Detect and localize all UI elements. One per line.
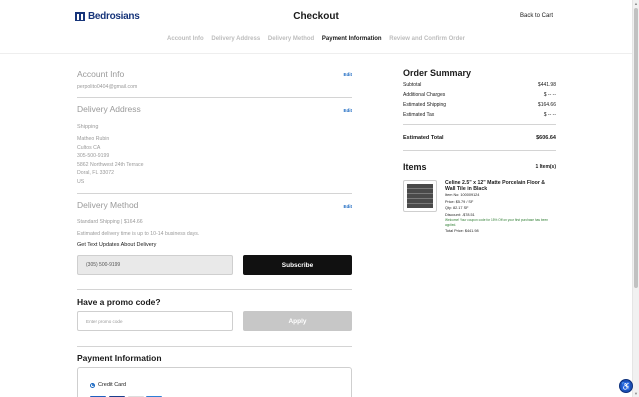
summary-row: Subtotal $441.98 <box>403 82 556 88</box>
subscribe-button[interactable]: Subscribe <box>243 255 352 275</box>
account-edit-link[interactable]: Edit <box>344 72 353 77</box>
product-details: Celine 2.5" x 12" Matte Porcelain Floor … <box>445 180 556 235</box>
address-line: 5862 Northwest 24th Terrace <box>77 161 144 168</box>
payment-title: Payment Information <box>77 353 162 363</box>
address-edit-link[interactable]: Edit <box>344 108 353 113</box>
step-review-confirm: Review and Confirm Order <box>389 36 465 42</box>
product-name[interactable]: Celine 2.5" x 12" Matte Porcelain Floor … <box>445 180 556 192</box>
product-thumbnail[interactable] <box>403 180 437 212</box>
method-title: Delivery Method <box>77 200 139 210</box>
method-edit-link[interactable]: Edit <box>344 204 353 209</box>
address-line: Doral, FL 33072 <box>77 170 115 176</box>
payment-options-box: Credit Card <box>77 367 352 397</box>
summary-divider <box>403 124 556 125</box>
summary-label: Additional Charges <box>403 92 446 98</box>
summary-divider <box>403 150 556 151</box>
tile-image <box>407 184 433 208</box>
summary-row: Estimated Shipping $164.66 <box>403 102 556 108</box>
accessibility-icon[interactable]: ♿ <box>619 379 633 393</box>
credit-card-option[interactable]: Credit Card <box>90 382 126 388</box>
coupon-note: Welcome! Your coupon code for 15% Off on… <box>445 218 549 227</box>
summary-row: Additional Charges $ -- -- <box>403 92 556 98</box>
order-summary-title: Order Summary <box>403 68 472 78</box>
address-line: US <box>77 178 85 185</box>
step-account-info[interactable]: Account Info <box>167 36 204 42</box>
address-title: Delivery Address <box>77 104 141 114</box>
address-shipping-label: Shipping <box>77 124 99 130</box>
address-line: Matheo Rubin <box>77 136 110 142</box>
address-lines: Matheo Rubin Cultos CA 305-500-9199 5862… <box>77 135 144 186</box>
step-payment-information: Payment Information <box>321 36 382 42</box>
delivery-note: Estimated delivery time is up to 10-14 b… <box>77 231 200 237</box>
header: Bedrosians Checkout Back to Cart <box>0 0 632 32</box>
account-email: perpolito0404@gmail.com <box>77 84 138 90</box>
summary-label: Estimated Shipping <box>403 102 447 108</box>
section-divider <box>77 346 352 347</box>
items-title: Items <box>403 162 427 172</box>
scroll-thumb[interactable] <box>634 8 638 288</box>
step-delivery-address[interactable]: Delivery Address <box>211 36 260 42</box>
summary-label: Subtotal <box>403 82 422 88</box>
summary-row: Estimated Tax $ -- -- <box>403 112 556 118</box>
product-total: Total Price: $441.98 <box>445 229 479 233</box>
promo-title: Have a promo code? <box>77 297 161 307</box>
section-divider <box>77 193 352 194</box>
page-scrollbar[interactable]: ▲ ▼ <box>632 0 639 397</box>
promo-code-input[interactable]: Enter promo code <box>77 311 233 331</box>
address-line: Cultos CA <box>77 144 101 151</box>
scroll-down-icon[interactable]: ▼ <box>634 391 638 396</box>
summary-label: Estimated Tax <box>403 112 435 118</box>
header-divider <box>0 53 632 54</box>
checkout-steps: Account Info Delivery Address Delivery M… <box>0 36 632 42</box>
account-title: Account Info <box>77 69 125 79</box>
total-value: $606.64 <box>536 135 556 141</box>
apply-button[interactable]: Apply <box>243 311 352 331</box>
summary-value: $441.98 <box>537 82 556 88</box>
text-updates-label: Get Text Updates About Delivery <box>77 242 157 248</box>
summary-value: $ -- -- <box>543 92 556 98</box>
estimated-total-row: Estimated Total $606.64 <box>403 135 556 141</box>
items-count: 1 Item(s) <box>535 164 556 170</box>
section-divider <box>77 97 352 98</box>
total-label: Estimated Total <box>403 135 444 141</box>
back-to-cart-link[interactable]: Back to Cart <box>520 13 553 19</box>
step-delivery-method[interactable]: Delivery Method <box>268 36 314 42</box>
address-line: 305-500-9199 <box>77 153 110 159</box>
summary-value: $ -- -- <box>543 112 556 118</box>
phone-input[interactable]: (305) 500-9199 <box>77 255 233 275</box>
section-divider <box>77 289 352 290</box>
summary-value: $164.66 <box>537 102 556 108</box>
shipping-method: Standard Shipping | $164.66 <box>77 219 143 225</box>
scroll-up-icon[interactable]: ▲ <box>634 1 638 6</box>
credit-card-label: Credit Card <box>98 382 127 388</box>
radio-selected-icon[interactable] <box>90 382 95 388</box>
